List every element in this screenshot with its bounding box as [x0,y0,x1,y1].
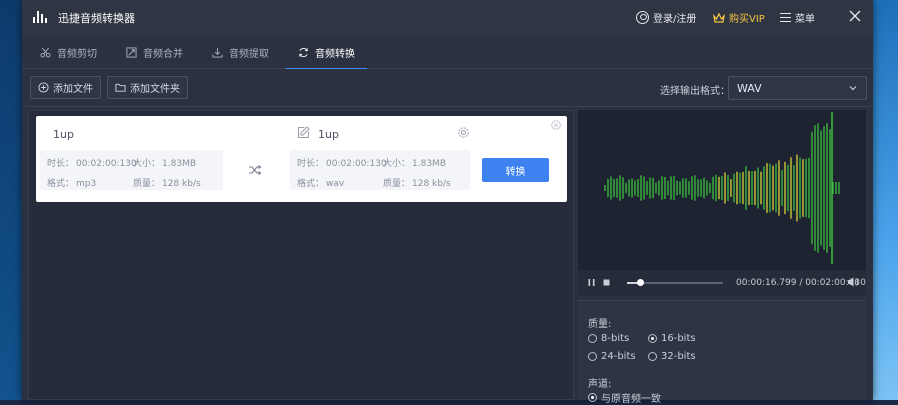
stop-icon[interactable] [602,278,611,287]
login-label: 登录/注册 [653,14,697,25]
file-list-panel: 1up 时长： 00:02:00:130 大小： 1.83MB 格式： mp3 质量：… [28,110,574,400]
chevron-down-icon [849,86,857,91]
player-controls: 00:00:16.799 / 00:02:00:130 [578,270,866,296]
output-quality: 质量： 128 kb/s [383,176,451,189]
option-label: 与原音频一致 [601,394,661,405]
quality-option-16bits[interactable]: 16-bits [648,333,696,344]
output-format-select[interactable]: WAV [728,76,867,100]
quality-setting-label: 质量: [588,319,612,330]
channel-option-original[interactable]: 与原音频一致 [588,390,661,405]
duration-label: 时长： [47,159,75,169]
pause-icon[interactable] [587,278,596,287]
output-format-label: 选择输出格式： [660,86,730,97]
merge-icon [126,46,137,58]
quality-label: 质量： [383,179,411,189]
duration-label: 时长： [297,159,325,169]
edit-icon[interactable] [297,126,310,139]
tab-label: 音频提取 [229,48,269,60]
add-file-button[interactable]: 添加文件 [30,76,101,99]
output-format-value: WAV [737,81,762,95]
format-label: 格式： [47,179,75,189]
app-title: 迅捷音频转换器 [58,12,135,25]
size-value: 1.83MB [412,159,446,169]
scissors-icon [40,47,51,58]
format-value: mp3 [76,179,97,189]
quality-value: 128 kb/s [412,179,451,189]
tab-label: 音频剪切 [57,48,97,60]
output-size: 大小： 1.83MB [383,156,446,169]
shuffle-icon [249,165,262,175]
radio-icon [648,352,657,361]
tab-audio-merge[interactable]: 音频合并 [126,35,183,69]
app-window: 迅捷音频转换器 登录/注册 购买VIP 菜单 音频剪切 音频合并 音频提取 音频… [22,0,873,405]
tab-label: 音频转换 [315,48,355,60]
vip-label: 购买VIP [729,14,765,25]
gear-icon[interactable] [457,126,470,139]
tab-label: 音频合并 [143,48,183,60]
source-format: 格式： mp3 [47,176,96,189]
format-value: wav [326,179,345,189]
duration-value: 00:02:00:130 [76,159,137,169]
menu-label: 菜单 [795,14,815,25]
tab-audio-convert[interactable]: 音频转换 [286,35,367,70]
option-label: 16-bits [661,333,696,344]
quality-label: 质量： [133,179,161,189]
size-label: 大小： [133,159,161,169]
progress-knob[interactable] [637,279,645,286]
remove-file-icon[interactable] [551,120,561,130]
size-value: 1.83MB [162,159,196,169]
add-circle-icon [38,82,49,93]
volume-icon[interactable] [847,276,859,288]
quality-option-24bits[interactable]: 24-bits [588,351,636,362]
waveform-graphic [604,112,840,264]
add-folder-button[interactable]: 添加文件夹 [107,76,188,99]
option-label: 32-bits [661,351,696,362]
app-logo-icon [33,11,47,23]
add-file-label: 添加文件 [53,84,93,95]
channel-setting-label: 声道: [588,379,612,390]
source-size: 大小： 1.83MB [133,156,196,169]
output-settings-panel: 质量: 8-bits 16-bits 24-bits 32-bits 声道: 与… [578,300,866,405]
quality-option-8bits[interactable]: 8-bits [588,333,629,344]
radio-selected-icon [588,393,597,402]
login-button[interactable]: 登录/注册 [636,10,696,25]
menu-button[interactable]: 菜单 [780,10,815,25]
quality-value: 128 kb/s [162,179,201,189]
output-duration: 时长： 00:02:00:130 [297,156,387,169]
quality-option-32bits[interactable]: 32-bits [648,351,696,362]
option-label: 8-bits [601,333,630,344]
source-duration: 时长： 00:02:00:130 [47,156,137,169]
file-card: 1up 时长： 00:02:00:130 大小： 1.83MB 格式： mp3 质量：… [36,116,567,202]
waveform-view [578,110,866,270]
folder-icon [115,83,126,92]
tab-bar: 音频剪切 音频合并 音频提取 音频转换 [22,35,873,70]
toolbar: 添加文件 添加文件夹 选择输出格式： WAV [22,69,873,107]
source-quality: 质量： 128 kb/s [133,176,201,189]
output-format: 格式： wav [297,176,344,189]
convert-button[interactable]: 转换 [482,158,549,182]
vip-crown-icon [712,12,726,23]
add-folder-label: 添加文件夹 [130,84,180,95]
output-file-name: 1up [318,128,339,141]
radio-icon [588,334,597,343]
extract-icon [212,47,223,58]
radio-selected-icon [648,334,657,343]
user-icon [636,11,649,24]
duration-value: 00:02:00:130 [326,159,387,169]
hamburger-icon [780,13,791,22]
radio-icon [588,352,597,361]
close-icon[interactable] [848,9,862,23]
convert-icon [299,47,308,57]
playback-progress-bar[interactable] [627,279,723,286]
buy-vip-button[interactable]: 购买VIP [712,10,765,25]
option-label: 24-bits [601,351,636,362]
format-label: 格式： [297,179,325,189]
tab-audio-cut[interactable]: 音频剪切 [40,35,97,69]
source-file-name: 1up [53,128,74,141]
title-bar: 迅捷音频转换器 登录/注册 购买VIP 菜单 [22,0,873,35]
size-label: 大小： [383,159,411,169]
tab-audio-extract[interactable]: 音频提取 [212,35,269,69]
